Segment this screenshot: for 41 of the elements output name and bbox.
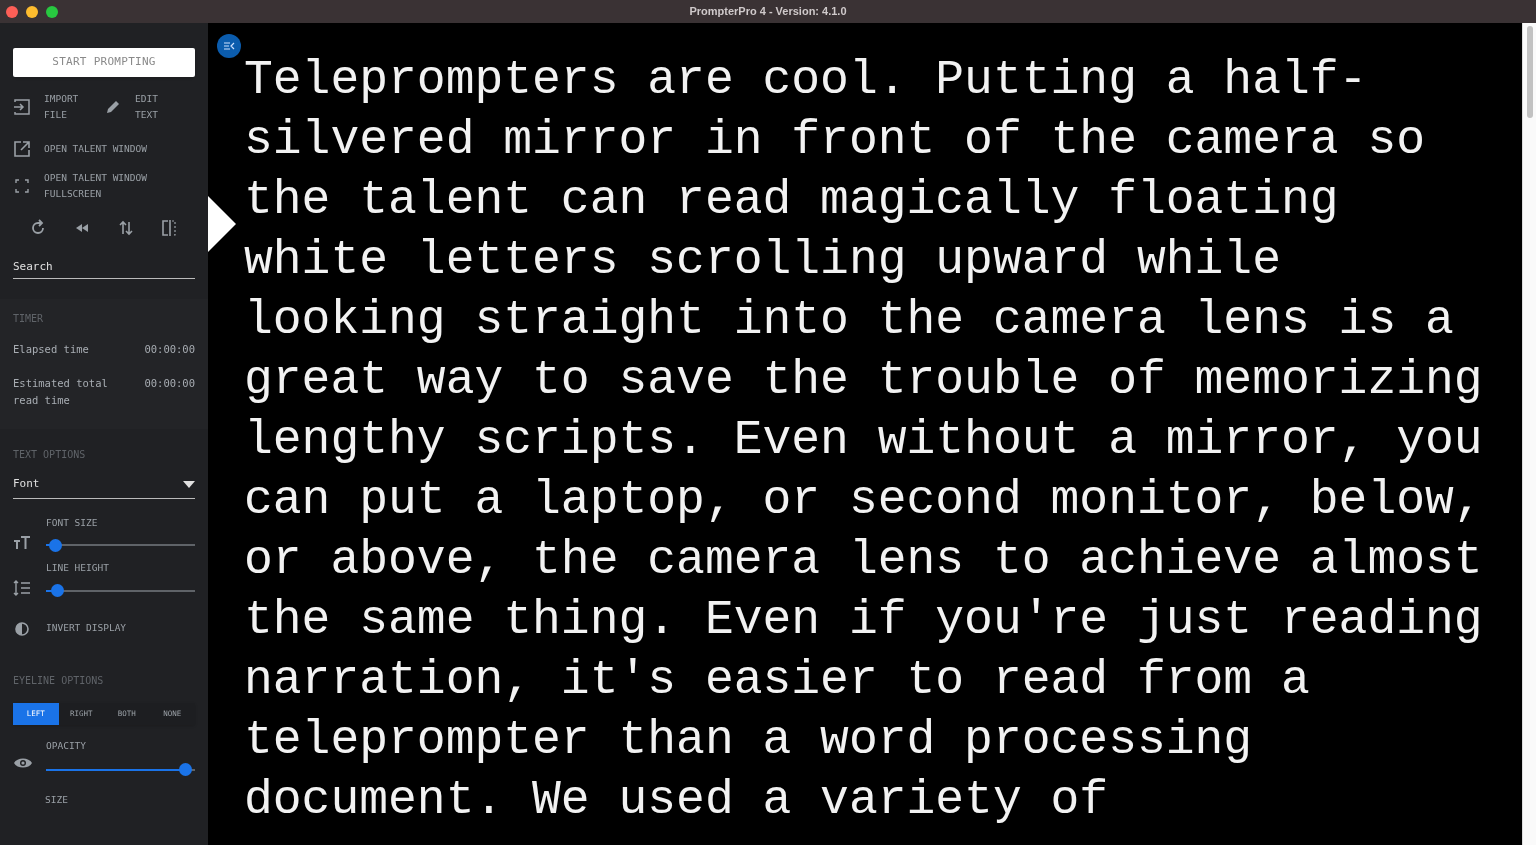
slider-thumb[interactable] [179,763,193,777]
line-height-slider[interactable] [46,583,195,598]
mirror-icon [160,219,179,237]
prompter-text: Teleprompters are cool. Putting a half-silvered mirror in front of the camera so the talent can read magically floating white letters scrolling upward while looking straight into the camera lens is a great way to save the trouble of memorizing lengthy scripts. Even without a mirror, you can put a laptop, or second monitor, below, or above, the camera lens to achieve almost the same thing. Even if you're just reading narration, it's easier to read from a teleprompter than a word processing document. We used a variety of [244,52,1484,829]
close-window-button[interactable] [6,5,18,18]
timer-value: 00:00:00 [144,342,195,357]
invert-display-button[interactable]: INVERT DISPLAY [13,619,195,638]
fullscreen-icon [13,177,31,195]
dropdown-arrow-icon [183,481,195,488]
window-title: PrompterPro 4 - Version: 4.1.0 [689,4,847,20]
slider-label: LINE HEIGHT [46,561,110,576]
edit-text-button[interactable]: EDIT TEXT [104,91,195,123]
timer-value: 00:00:00 [144,376,195,391]
slider-label: FONT SIZE [46,516,99,530]
section-heading: TEXT OPTIONS [13,448,87,462]
menu-collapse-icon [223,41,235,51]
fullscreen-talent-window-button[interactable]: OPEN TALENT WINDOW FULLSCREEN [13,170,195,202]
slider-thumb[interactable] [50,584,64,597]
opacity-slider[interactable] [46,762,195,777]
import-file-button[interactable]: IMPORT FILE [13,91,104,123]
slider-label: OPACITY [46,738,88,753]
scrollbar-thumb[interactable] [1526,26,1533,118]
maximize-window-button[interactable] [46,5,58,18]
open-in-new-icon [13,140,31,158]
minimize-window-button[interactable] [26,5,38,18]
import-icon [13,98,31,116]
font-dropdown[interactable]: Font [13,475,195,499]
font-size-slider[interactable] [46,538,195,553]
open-talent-window-button[interactable]: OPEN TALENT WINDOW [13,140,195,158]
line-spacing-icon [13,579,31,598]
collapse-sidebar-button[interactable] [217,34,241,58]
timer-label: Elapsed time [13,342,89,357]
search-field[interactable]: Search [13,255,195,279]
start-prompting-button[interactable]: START PROMPTING [13,48,195,77]
section-heading: TIMER [13,312,45,326]
section-heading: EYELINE OPTIONS [13,673,105,688]
timer-label: Estimated total read time [13,376,108,408]
contrast-icon [13,619,31,638]
slider-label: SIZE [45,792,69,807]
pencil-icon [104,98,122,116]
slider-thumb[interactable] [49,538,63,552]
